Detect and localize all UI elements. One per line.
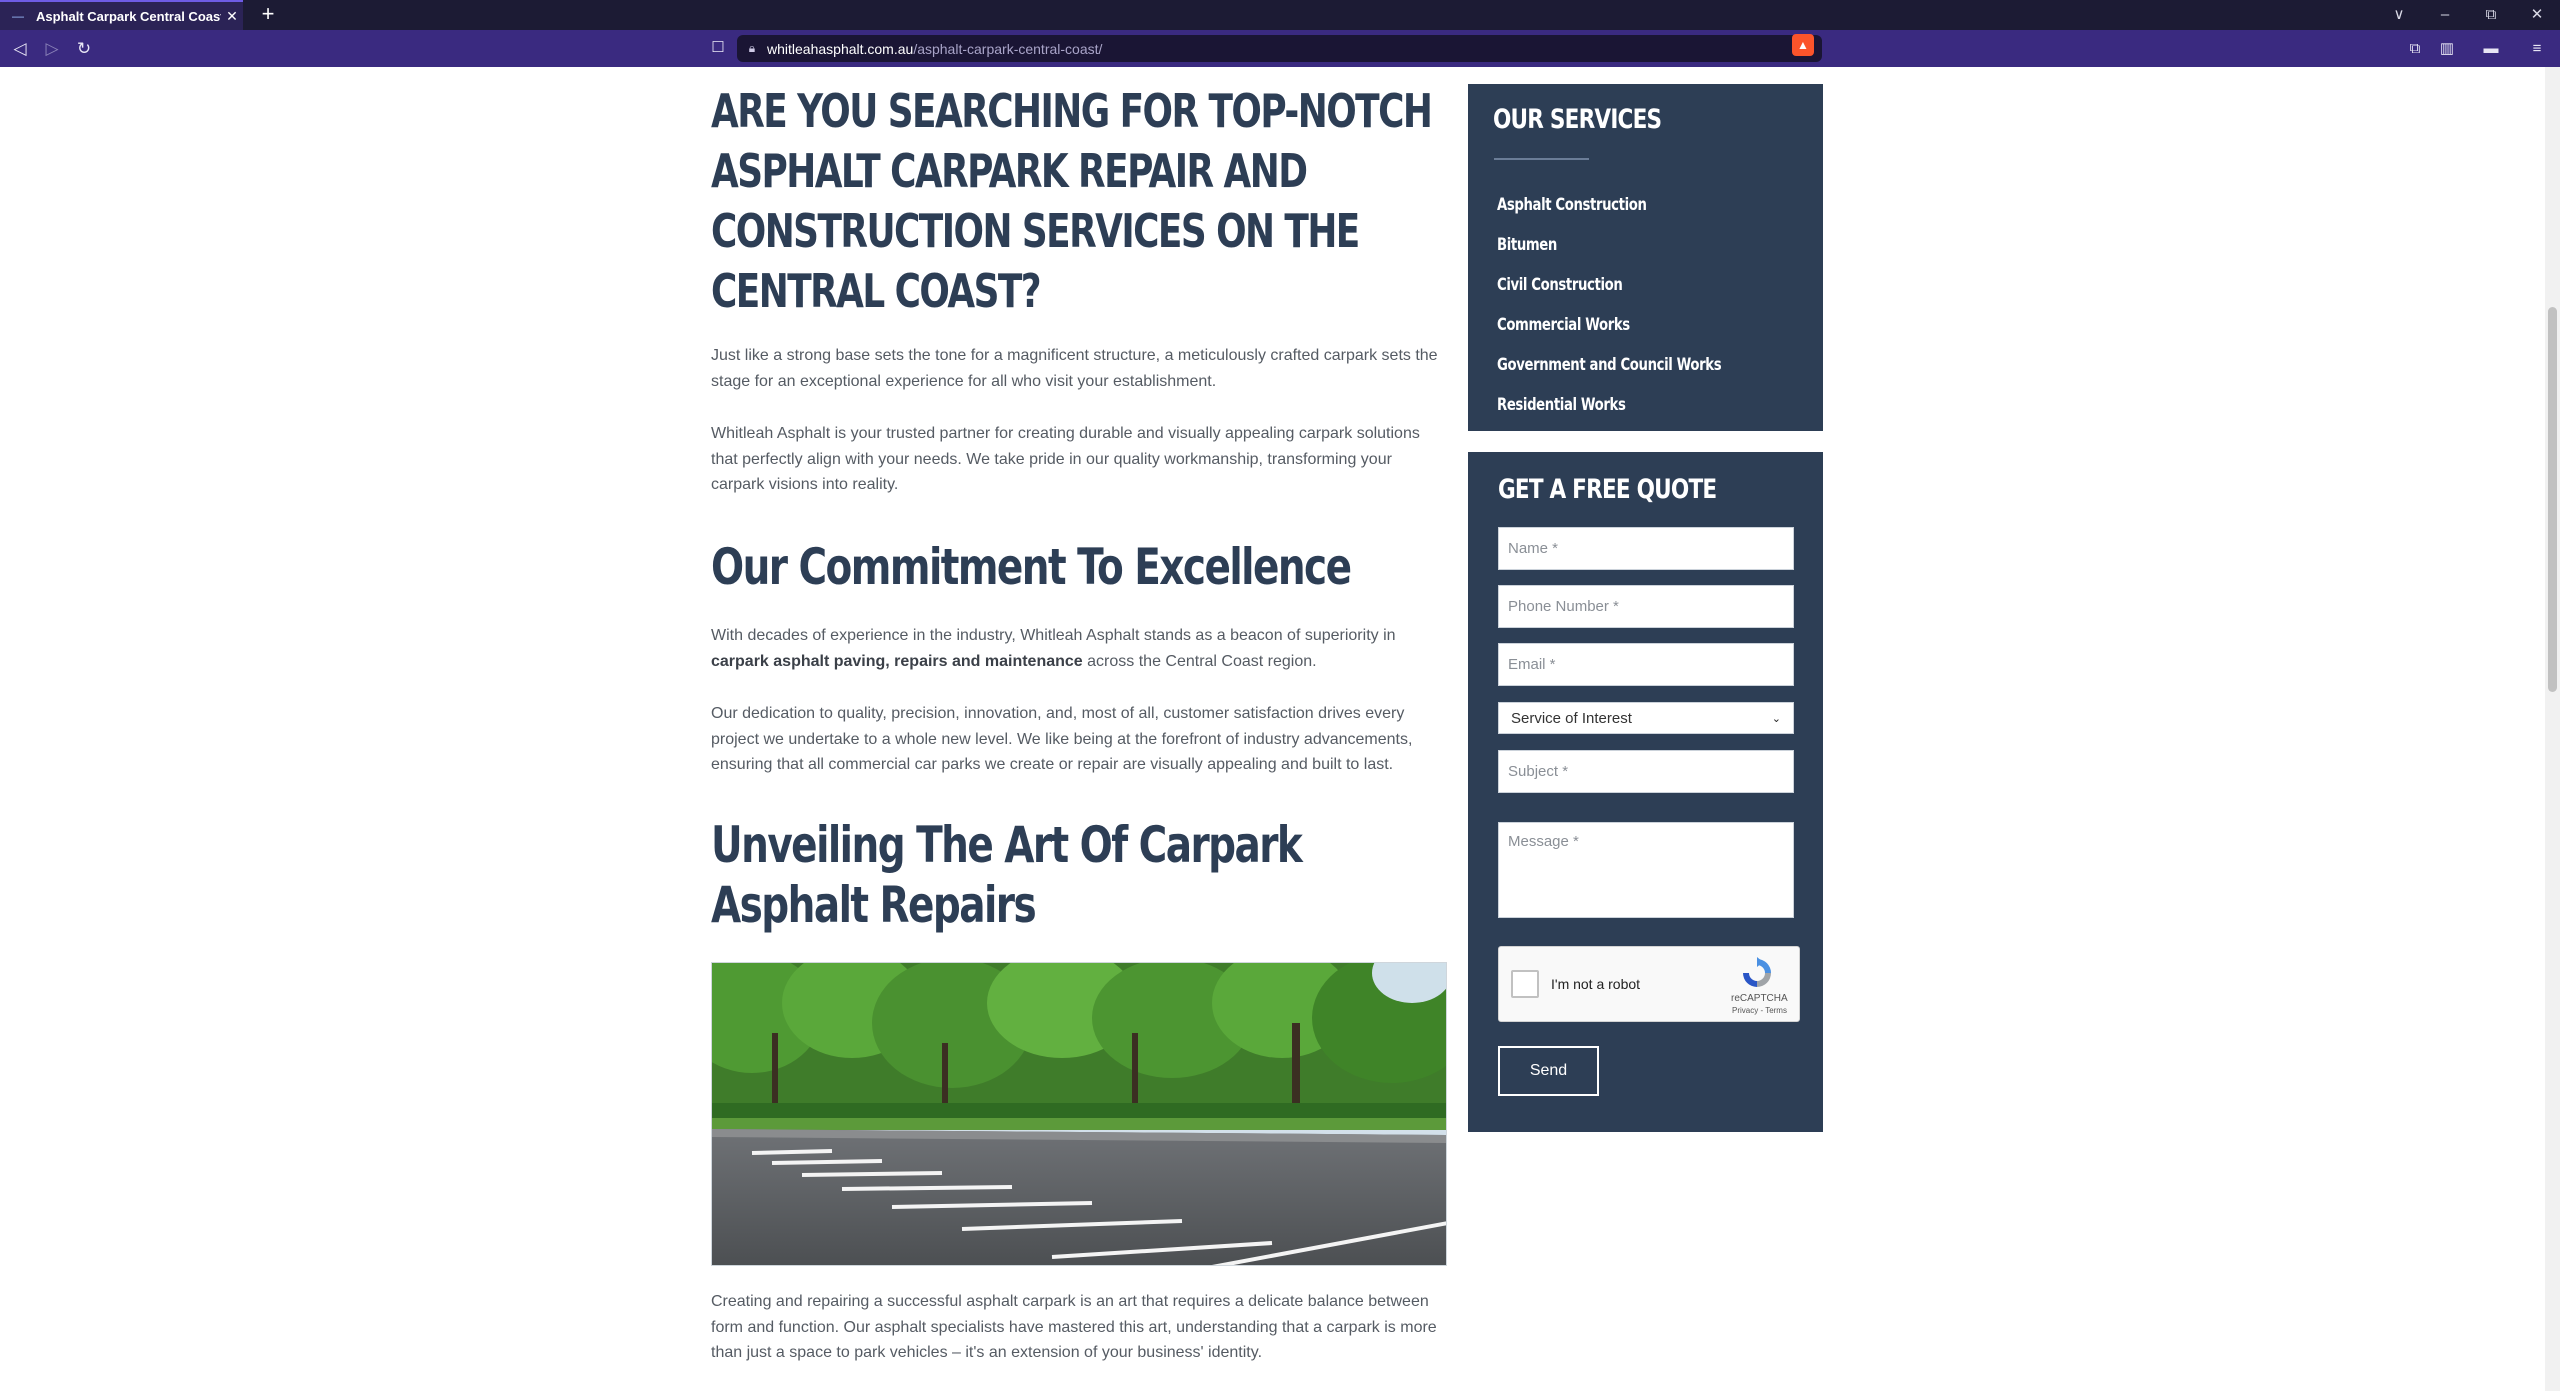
vpn-icon[interactable]: ▬ [2478, 37, 2504, 61]
page-scrollbar[interactable] [2545, 67, 2560, 1391]
service-link-residential-works[interactable]: Residential Works [1497, 385, 1721, 425]
intro-paragraph-2: Whitleah Asphalt is your trusted partner… [711, 425, 1420, 493]
excellence-paragraph-1-end: across the Central Coast region. [1082, 652, 1317, 670]
services-list: Asphalt Construction Bitumen Civil Const… [1497, 185, 1784, 425]
service-link-civil-construction[interactable]: Civil Construction [1497, 265, 1721, 305]
close-tab-icon[interactable]: ✕ [221, 8, 243, 25]
carpark-image [711, 962, 1447, 1266]
email-field[interactable] [1498, 643, 1794, 686]
phone-field[interactable] [1498, 585, 1794, 628]
services-divider [1494, 158, 1589, 160]
chevron-down-icon: ⌄ [1771, 712, 1781, 725]
recaptcha-brand: reCAPTCHA [1731, 993, 1788, 1004]
reload-icon[interactable]: ↻ [72, 37, 96, 61]
recaptcha-widget: I'm not a robot reCAPTCHA Privacy - Term… [1498, 946, 1800, 1022]
browser-tab-bar: — Asphalt Carpark Central Coast - W ✕ + … [0, 0, 2560, 30]
service-link-bitumen[interactable]: Bitumen [1497, 225, 1721, 265]
url-path: /asphalt-carpark-central-coast/ [913, 40, 1103, 57]
recaptcha-checkbox[interactable] [1511, 970, 1539, 998]
intro-paragraph-1: Just like a strong base sets the tone fo… [711, 347, 1438, 390]
service-select-value: Service of Interest [1511, 709, 1632, 727]
service-link-government-council-works[interactable]: Government and Council Works [1497, 345, 1722, 385]
back-icon[interactable]: ◁ [8, 37, 32, 61]
minimize-window-button[interactable]: – [2422, 0, 2468, 30]
new-tab-button[interactable]: + [256, 3, 280, 27]
message-field[interactable] [1498, 822, 1794, 918]
tab-search-icon[interactable]: ∨ [2376, 0, 2422, 30]
url-host: whitleahasphalt.com.au [767, 40, 914, 57]
excellence-paragraph-1: With decades of experience in the indust… [711, 623, 1447, 674]
lock-icon[interactable]: 🔒︎ [737, 41, 767, 56]
section-heading-art: Unveiling The Art Of Carpark Asphalt Rep… [711, 816, 1303, 934]
services-panel: OUR SERVICES Asphalt Construction Bitume… [1468, 84, 1823, 431]
excellence-paragraph-1-bold: carpark asphalt paving, repairs and main… [711, 652, 1083, 670]
subject-field[interactable] [1498, 750, 1794, 793]
menu-icon[interactable]: ≡ [2524, 37, 2550, 61]
quote-form-title: GET A FREE QUOTE [1498, 474, 1717, 505]
service-select[interactable]: Service of Interest ⌄ [1498, 702, 1794, 734]
recaptcha-privacy-terms[interactable]: Privacy - Terms [1732, 1006, 1787, 1015]
page-viewport: ARE YOU SEARCHING FOR TOP-NOTCH ASPHALT … [0, 67, 2545, 1391]
excellence-paragraph-2: Our dedication to quality, precision, in… [711, 705, 1413, 773]
tab-title: Asphalt Carpark Central Coast - W [36, 8, 221, 24]
brave-shields-icon[interactable]: ▲ [1792, 34, 1814, 56]
site-favicon-icon: — [12, 9, 24, 23]
art-paragraph-1: Creating and repairing a successful asph… [711, 1293, 1437, 1361]
services-title: OUR SERVICES [1493, 104, 1662, 135]
service-link-commercial-works[interactable]: Commercial Works [1497, 305, 1721, 345]
name-field[interactable] [1498, 527, 1794, 570]
carpark-photo-graphic [712, 963, 1446, 1265]
send-button[interactable]: Send [1498, 1046, 1599, 1096]
address-bar[interactable]: 🔒︎ whitleahasphalt.com.au/asphalt-carpar… [737, 35, 1822, 62]
browser-tab-active[interactable]: — Asphalt Carpark Central Coast - W ✕ [0, 0, 243, 30]
forward-icon[interactable]: ▷ [40, 37, 64, 61]
section-heading-excellence: Our Commitment To Excellence [711, 538, 1352, 596]
quote-form-panel: GET A FREE QUOTE Service of Interest ⌄ I… [1468, 452, 1823, 1132]
close-window-button[interactable]: ✕ [2514, 0, 2560, 30]
bookmark-icon[interactable]: ☐ [708, 38, 728, 58]
browser-toolbar: ◁ ▷ ↻ ☐ 🔒︎ whitleahasphalt.com.au/asphal… [0, 30, 2560, 67]
excellence-paragraph-1-text: With decades of experience in the indust… [711, 627, 1396, 644]
extensions-icon[interactable]: ⧉ [2402, 37, 2428, 61]
recaptcha-label: I'm not a robot [1551, 976, 1641, 992]
recaptcha-logo-icon [1743, 957, 1771, 987]
scrollbar-thumb[interactable] [2548, 307, 2557, 692]
page-title: ARE YOU SEARCHING FOR TOP-NOTCH ASPHALT … [711, 84, 1433, 318]
service-link-asphalt-construction[interactable]: Asphalt Construction [1497, 185, 1721, 225]
sidebar-icon[interactable]: ▥ [2434, 37, 2460, 61]
restore-window-button[interactable]: ⧉ [2468, 0, 2514, 30]
